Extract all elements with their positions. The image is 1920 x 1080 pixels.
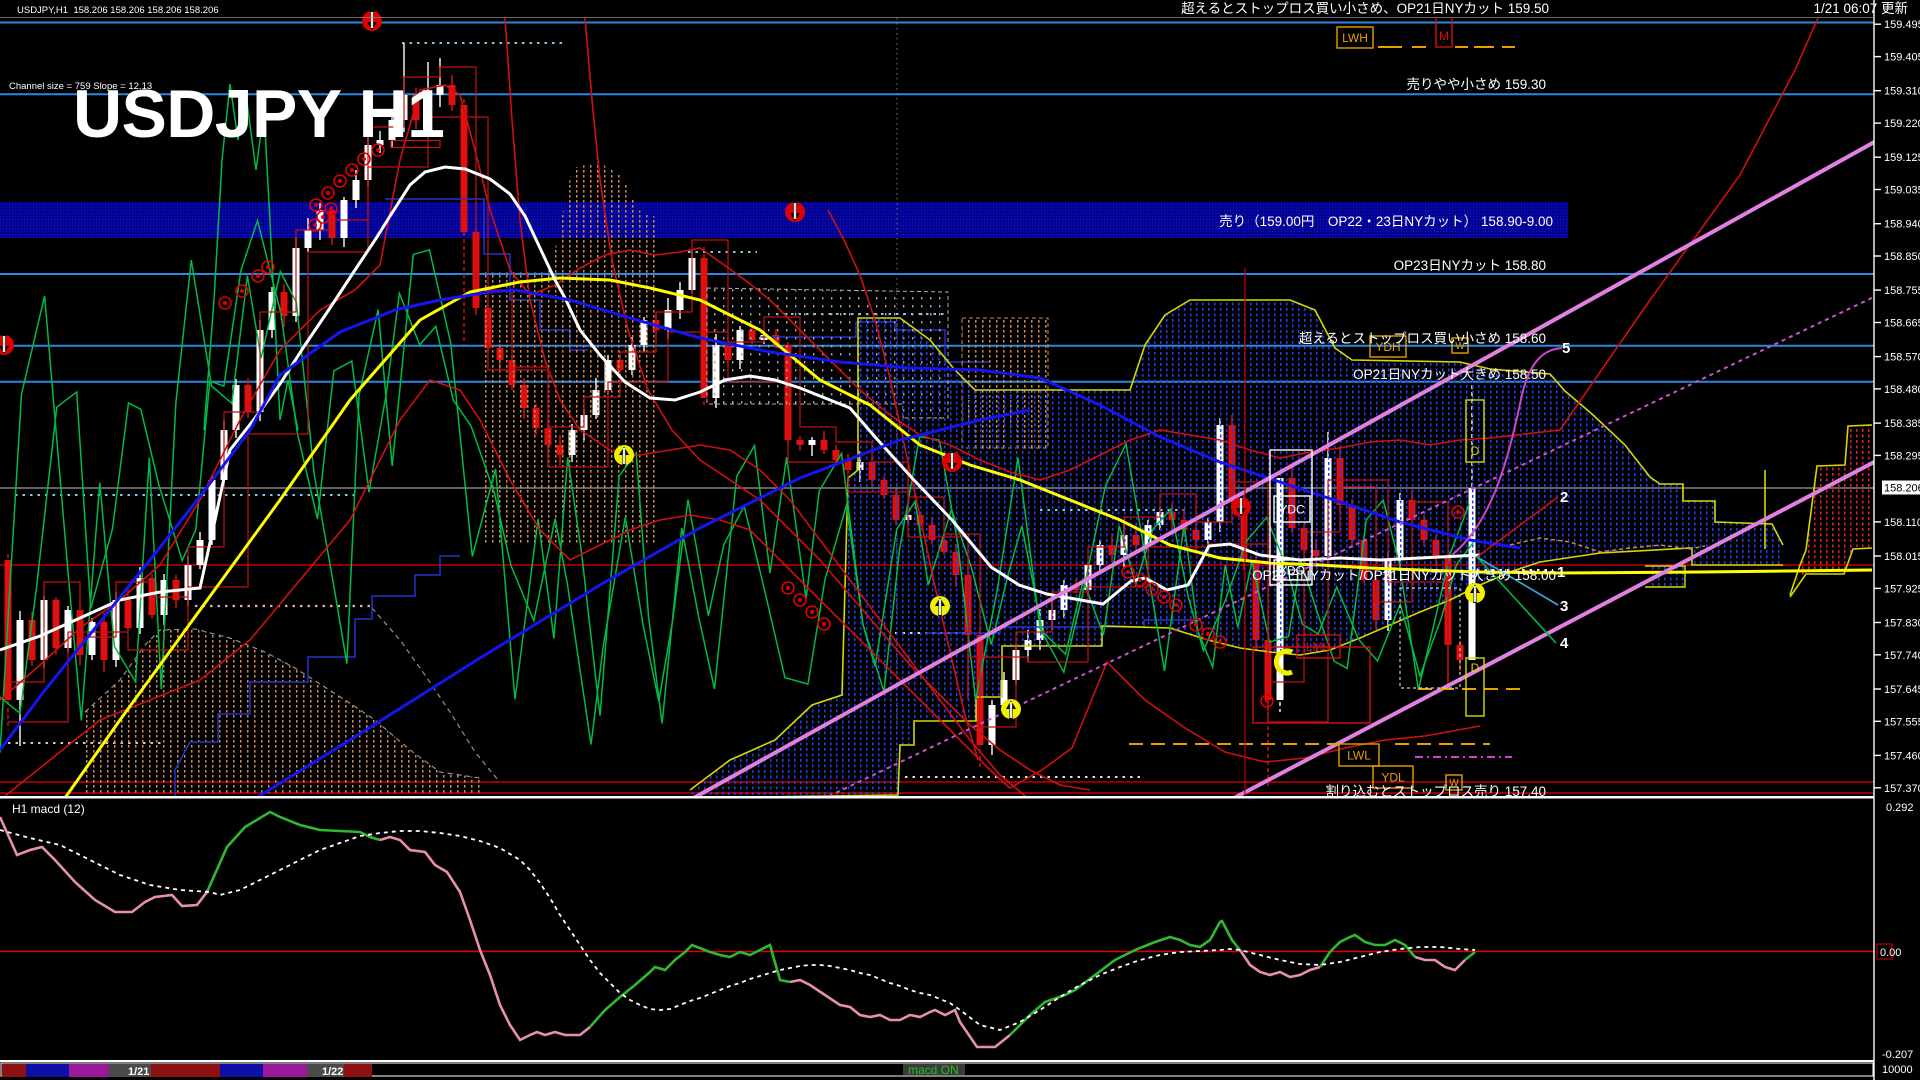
svg-text:159.495: 159.495 [1884,19,1920,31]
svg-text:158.206: 158.206 [1884,483,1920,495]
svg-text:YDC: YDC [1279,502,1305,516]
svg-text:OP21日NYカット大きめ 158.50: OP21日NYカット大きめ 158.50 [1353,367,1546,382]
svg-text:159.405: 159.405 [1884,52,1920,64]
svg-text:売り（159.00円 OP22・23日NYカット） 158.: 売り（159.00円 OP22・23日NYカット） 158.90-9.00 [1219,214,1553,229]
svg-text:159.310: 159.310 [1884,86,1920,98]
svg-text:H1 macd (12): H1 macd (12) [12,802,85,816]
svg-text:157.830: 157.830 [1884,618,1920,630]
svg-text:1/21 06:07 更新: 1/21 06:07 更新 [1813,1,1908,16]
svg-text:157.740: 157.740 [1884,650,1920,662]
svg-text:M: M [1439,29,1449,43]
svg-text:157.460: 157.460 [1884,750,1920,762]
svg-text:割り込むとストップロス売り 157.40: 割り込むとストップロス売り 157.40 [1325,783,1546,799]
svg-text:0.292: 0.292 [1886,802,1914,814]
svg-text:YDL: YDL [1381,770,1405,784]
svg-text:超えるとストップロス買い小さめ、OP21日NYカット 159: 超えるとストップロス買い小さめ、OP21日NYカット 159.50 [1181,1,1549,16]
svg-text:LWH: LWH [1342,31,1368,45]
svg-text:158.110: 158.110 [1884,517,1920,529]
svg-text:1: 1 [1557,564,1565,581]
svg-text:157.555: 157.555 [1884,716,1920,728]
svg-text:LMH: LMH [1306,640,1331,654]
svg-text:売りやや小さめ 159.30: 売りやや小さめ 159.30 [1406,77,1546,92]
svg-text:159.220: 159.220 [1884,118,1920,130]
svg-text:157.645: 157.645 [1884,684,1920,696]
svg-text:USDJPY H1: USDJPY H1 [73,76,445,152]
svg-text:10000: 10000 [1882,1064,1913,1076]
svg-text:USDJPY,H1 158.206 158.206 158: USDJPY,H1 158.206 158.206 158.206 158.20… [17,5,219,16]
svg-text:超えるとストップロス買い小さめ 158.60: 超えるとストップロス買い小さめ 158.60 [1299,331,1546,346]
svg-text:1/22: 1/22 [322,1066,343,1078]
svg-text:D: D [1471,661,1480,675]
svg-text:macd ON: macd ON [908,1063,959,1077]
svg-text:1/21: 1/21 [128,1066,149,1078]
svg-text:158.665: 158.665 [1884,318,1920,330]
svg-text:157.370: 157.370 [1884,783,1920,795]
svg-text:LWL: LWL [1347,748,1371,762]
svg-text:-0.207: -0.207 [1882,1049,1913,1061]
svg-text:158.385: 158.385 [1884,418,1920,430]
svg-text:158.015: 158.015 [1884,551,1920,563]
svg-text:158.850: 158.850 [1884,251,1920,263]
svg-text:3: 3 [1560,598,1568,615]
svg-text:158.295: 158.295 [1884,450,1920,462]
svg-text:158.940: 158.940 [1884,219,1920,231]
svg-text:2: 2 [1560,489,1568,506]
svg-text:158.570: 158.570 [1884,352,1920,364]
svg-text:158.755: 158.755 [1884,285,1920,297]
svg-text:OP22日NYカット/OP21日NYカット大きめ 158.0: OP22日NYカット/OP21日NYカット大きめ 158.00 [1252,568,1556,583]
svg-text:4: 4 [1560,635,1569,652]
svg-text:157.925: 157.925 [1884,583,1920,595]
svg-text:0.00: 0.00 [1880,947,1901,959]
svg-text:159.035: 159.035 [1884,185,1920,197]
svg-text:158.480: 158.480 [1884,384,1920,396]
svg-text:5: 5 [1562,340,1570,357]
svg-text:D: D [1471,444,1480,458]
svg-text:159.125: 159.125 [1884,152,1920,164]
svg-text:OP23日NYカット 158.80: OP23日NYカット 158.80 [1394,258,1546,273]
